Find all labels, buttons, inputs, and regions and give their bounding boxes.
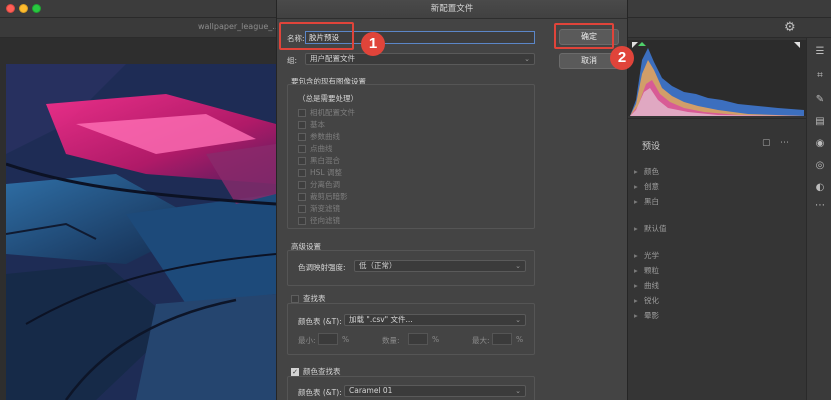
chevron-right-icon: ▸ bbox=[634, 197, 638, 206]
min-input[interactable] bbox=[318, 333, 338, 345]
settings-group: （总是需要处理） 相机配置文件 基本 参数曲线 点曲线 黑白混合 HSL 调整 … bbox=[287, 84, 535, 229]
advanced-group: 色调映射强度: 低（正常） ⌄ bbox=[287, 250, 535, 286]
settings-note: （总是需要处理） bbox=[298, 94, 358, 103]
group-label: 组: bbox=[287, 56, 298, 65]
chevron-down-icon: ⌄ bbox=[515, 387, 521, 395]
more-options-icon[interactable]: ⋯ bbox=[780, 138, 789, 148]
more-tools-icon[interactable]: ⋯ bbox=[814, 200, 826, 212]
lookup-table-label: 颜色表 (&T): bbox=[298, 317, 342, 326]
presets-icon[interactable]: ◐ bbox=[814, 182, 826, 194]
preset-group[interactable]: ▸ 创意 bbox=[634, 181, 659, 192]
chevron-right-icon: ▸ bbox=[634, 311, 638, 320]
histogram bbox=[628, 40, 806, 116]
preset-group[interactable]: ▸ 默认值 bbox=[634, 223, 667, 234]
preset-group[interactable]: ▸ 颗粒 bbox=[634, 265, 659, 276]
chevron-right-icon: ▸ bbox=[634, 182, 638, 191]
annotation-highlight-ok bbox=[554, 23, 614, 49]
tone-mapping-select[interactable]: 低（正常） ⌄ bbox=[354, 260, 526, 272]
chevron-right-icon: ▸ bbox=[634, 266, 638, 275]
sliders-icon[interactable]: ☰ bbox=[814, 46, 826, 58]
brush-icon[interactable]: ✎ bbox=[814, 94, 826, 106]
presets-title: 预设 bbox=[642, 142, 661, 152]
max-input[interactable] bbox=[492, 333, 512, 345]
gear-icon[interactable]: ⚙ bbox=[784, 20, 796, 35]
minimize-window-button[interactable] bbox=[19, 4, 28, 13]
amount-input[interactable] bbox=[408, 333, 428, 345]
amount-percent: % bbox=[432, 335, 440, 344]
radial-filter-icon[interactable]: ◉ bbox=[814, 138, 826, 150]
max-label: 最大: bbox=[472, 336, 490, 345]
setting-checkbox[interactable]: 点曲线 bbox=[298, 143, 333, 153]
panel-divider bbox=[628, 118, 806, 119]
checkmark-icon: ✓ bbox=[291, 367, 299, 376]
lookup-table-checkbox[interactable]: 查找表 bbox=[291, 293, 326, 303]
setting-checkbox[interactable]: 黑白混合 bbox=[298, 155, 340, 165]
preview-image bbox=[6, 64, 276, 400]
photoshop-camera-raw-window: wallpaper_league_... ⚙ 预设 ▢ ⋯ ▸ 颜色 ▸ 创意 … bbox=[0, 0, 831, 400]
setting-checkbox[interactable]: 分离色调 bbox=[298, 179, 340, 189]
preset-group[interactable]: ▸ 光学 bbox=[634, 250, 659, 261]
tool-strip: ☰ ⌗ ✎ ▤ ◉ ◎ ◐ ⋯ bbox=[806, 38, 831, 400]
min-percent: % bbox=[342, 335, 350, 344]
chevron-right-icon: ▸ bbox=[634, 251, 638, 260]
color-table-select[interactable]: Caramel 01 ⌄ bbox=[344, 385, 526, 397]
setting-checkbox[interactable]: HSL 调整 bbox=[298, 167, 342, 177]
setting-checkbox[interactable]: 参数曲线 bbox=[298, 131, 340, 141]
setting-checkbox[interactable]: 径向滤镜 bbox=[298, 215, 340, 225]
group-select[interactable]: 用户配置文件 ⌄ bbox=[305, 53, 535, 65]
setting-checkbox[interactable]: 裁剪后暗影 bbox=[298, 191, 348, 201]
annotation-step-2: 2 bbox=[610, 46, 634, 70]
chevron-down-icon: ⌄ bbox=[524, 55, 530, 63]
color-lookup-group: 颜色表 (&T): Caramel 01 ⌄ bbox=[287, 376, 535, 400]
color-table-label: 颜色表 (&T): bbox=[298, 388, 342, 397]
chevron-right-icon: ▸ bbox=[634, 281, 638, 290]
tone-mapping-label: 色调映射强度: bbox=[298, 263, 346, 272]
preset-group[interactable]: ▸ 曲线 bbox=[634, 280, 659, 291]
close-window-button[interactable] bbox=[6, 4, 15, 13]
amount-label: 数量: bbox=[382, 336, 400, 345]
annotation-step-1: 1 bbox=[361, 32, 385, 56]
new-profile-dialog: 新配置文件 名称: 胶片预设 组: 用户配置文件 ⌄ 确定 取消 要包含的现有图像… bbox=[276, 0, 628, 400]
chevron-down-icon: ⌄ bbox=[515, 316, 521, 324]
chevron-down-icon: ⌄ bbox=[515, 262, 521, 270]
lookup-table-select[interactable]: 加载 ".csv" 文件... ⌄ bbox=[344, 314, 526, 326]
presets-header: 预设 ▢ ⋯ bbox=[628, 136, 806, 154]
preset-group[interactable]: ▸ 锐化 bbox=[634, 295, 659, 306]
histogram-graph bbox=[630, 42, 804, 116]
document-filename: wallpaper_league_... bbox=[198, 22, 280, 31]
dialog-title: 新配置文件 bbox=[277, 0, 627, 19]
setting-checkbox[interactable]: 相机配置文件 bbox=[298, 107, 355, 117]
zoom-window-button[interactable] bbox=[32, 4, 41, 13]
crop-icon[interactable]: ⌗ bbox=[814, 70, 826, 82]
lookup-table-group: 颜色表 (&T): 加载 ".csv" 文件... ⌄ 最小: % 数量: % 最… bbox=[287, 303, 535, 355]
setting-checkbox[interactable]: 基本 bbox=[298, 119, 325, 129]
red-eye-icon[interactable]: ◎ bbox=[814, 160, 826, 172]
chevron-right-icon: ▸ bbox=[634, 167, 638, 176]
gradient-filter-icon[interactable]: ▤ bbox=[814, 116, 826, 128]
color-lookup-checkbox[interactable]: ✓ 颜色查找表 bbox=[291, 366, 341, 376]
new-preset-icon[interactable]: ▢ bbox=[762, 138, 771, 148]
chevron-right-icon: ▸ bbox=[634, 296, 638, 305]
max-percent: % bbox=[516, 335, 524, 344]
preset-group[interactable]: ▸ 颜色 bbox=[634, 166, 659, 177]
min-label: 最小: bbox=[298, 336, 316, 345]
setting-checkbox[interactable]: 渐变滤镜 bbox=[298, 203, 340, 213]
chevron-right-icon: ▸ bbox=[634, 224, 638, 233]
preset-group[interactable]: ▸ 晕影 bbox=[634, 310, 659, 321]
annotation-highlight-name bbox=[279, 22, 354, 50]
preset-group[interactable]: ▸ 黑白 bbox=[634, 196, 659, 207]
artwork-illustration bbox=[6, 64, 276, 400]
